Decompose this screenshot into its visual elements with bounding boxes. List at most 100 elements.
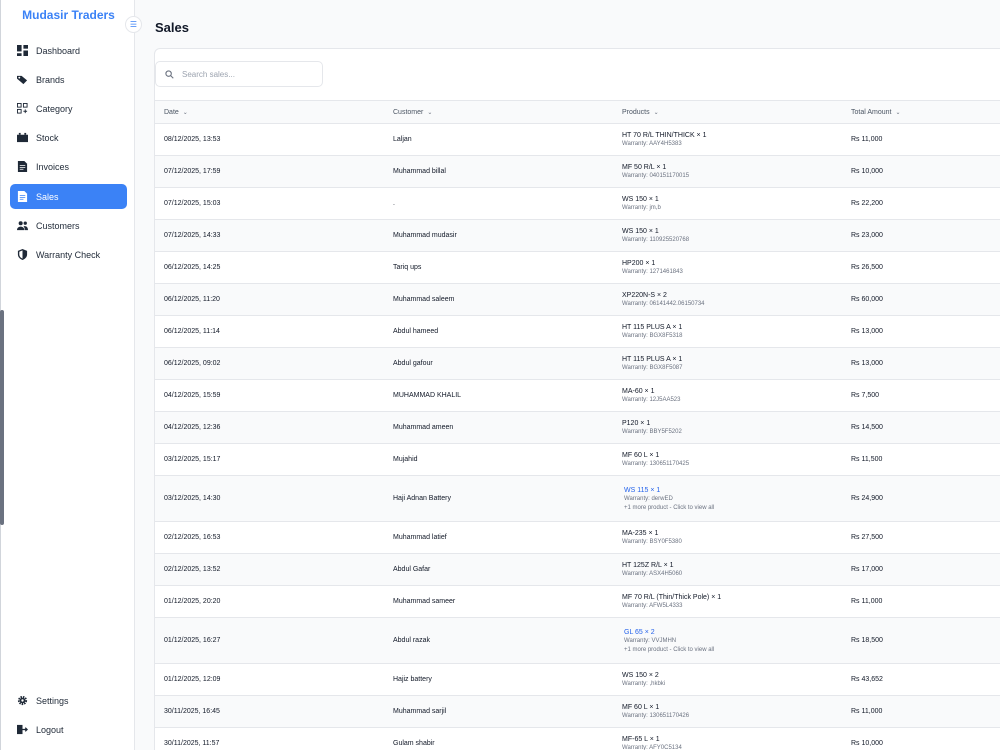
cell-products: MF 70 R/L (Thin/Thick Pole) × 1 Warranty:… <box>622 586 721 617</box>
cell-customer: Muhammad saleem <box>393 296 455 303</box>
table-row[interactable]: 01/12/2025, 12:09 Hajiz battery WS 150 × 2… <box>155 664 1000 696</box>
scrollbar-handle[interactable] <box>0 310 4 525</box>
table-row[interactable]: 03/12/2025, 14:30 Haji Adnan Battery WS 11… <box>155 476 1000 522</box>
cell-products: HP200 × 1 Warranty: 1271461843 <box>622 252 683 283</box>
product-warranty: Warranty: ASX4H5060 <box>622 571 683 577</box>
column-header-customer[interactable]: Customer ⌄ <box>393 101 432 123</box>
cell-products: MF 50 R/L × 1 Warranty: 040151170015 <box>622 156 689 187</box>
chevron-down-icon: ⌄ <box>182 109 188 116</box>
table-row[interactable]: 02/12/2025, 16:53 Muhammad latief MA-235 ×… <box>155 522 1000 554</box>
sidebar-item-customers[interactable]: Customers <box>10 213 127 238</box>
cell-customer: Tariq ups <box>393 264 422 271</box>
more-products-link[interactable]: +1 more product - Click to view all <box>622 505 714 511</box>
table-header: Date ⌄ Customer ⌄ Products ⌄ Total Amount ⌄ <box>155 100 1000 124</box>
table-row[interactable]: 07/12/2025, 15:03. WS 150 × 1 Warranty: jm… <box>155 188 1000 220</box>
cell-total-amount: Rs 10,000 <box>851 740 883 747</box>
sidebar-collapse-button[interactable]: ☰ <box>125 16 142 33</box>
gear-icon <box>17 695 28 706</box>
cell-date: 30/11/2025, 11:57 <box>164 740 220 747</box>
cell-products: HT 115 PLUS A × 1 Warranty: BGX8F5087 <box>622 348 682 379</box>
category-icon <box>17 103 28 114</box>
column-header-date[interactable]: Date ⌄ <box>164 101 188 123</box>
cell-total-amount: Rs 11,000 <box>851 598 883 605</box>
table-row[interactable]: 06/12/2025, 14:25 Tariq ups HP200 × 1 Warra… <box>155 252 1000 284</box>
column-header-label: Products <box>622 108 650 116</box>
table-row[interactable]: 01/12/2025, 20:20 Muhammad sameer MF 70 R/… <box>155 586 1000 618</box>
product-name: MA-60 × 1 <box>622 388 655 395</box>
cell-date: 06/12/2025, 14:25 <box>164 264 221 271</box>
cell-total-amount: Rs 18,500 <box>851 637 883 644</box>
cell-total-amount: Rs 60,000 <box>851 296 883 303</box>
column-header-products[interactable]: Products ⌄ <box>622 101 659 123</box>
chevron-down-icon: ⌄ <box>427 109 433 116</box>
sidebar-item-brands[interactable]: Brands <box>10 67 127 92</box>
product-name: MA-235 × 1 <box>622 530 659 537</box>
cell-customer: Muhammad mudasir <box>393 232 457 239</box>
table-row[interactable]: 30/11/2025, 16:45 Muhammad sarjil MF 60 L … <box>155 696 1000 728</box>
chevron-down-icon: ⌄ <box>653 109 659 116</box>
cell-total-amount: Rs 43,652 <box>851 676 883 683</box>
sidebar-item-warranty-check[interactable]: Warranty Check <box>10 242 127 267</box>
sidebar-item-category[interactable]: Category <box>10 96 127 121</box>
product-name: HP200 × 1 <box>622 260 656 267</box>
cell-customer: Mujahid <box>393 456 418 463</box>
cell-products: GL 65 × 2 Warranty: VVJMHN +1 more product… <box>622 618 714 663</box>
product-name[interactable]: GL 65 × 2 <box>622 629 714 636</box>
cell-products: WS 150 × 1 Warranty: 110925520768 <box>622 220 689 251</box>
sidebar-item-sales[interactable]: Sales <box>10 184 127 209</box>
cell-products: HT 70 R/L THIN/THICK × 1 Warranty: AAY4H5… <box>622 124 706 155</box>
product-warranty: Warranty: BBY5F5202 <box>622 429 682 435</box>
table-row[interactable]: 06/12/2025, 11:14 Abdul hameed HT 115 PLUS… <box>155 316 1000 348</box>
sidebar-item-label: Invoices <box>36 161 70 172</box>
table-row[interactable]: 06/12/2025, 09:02 Abdul gafour HT 115 PLUS… <box>155 348 1000 380</box>
more-products-link[interactable]: +1 more product - Click to view all <box>622 647 714 653</box>
product-warranty: Warranty: 130651170425 <box>622 461 690 467</box>
sidebar-item-settings[interactable]: Settings <box>10 688 127 713</box>
table-row[interactable]: 06/12/2025, 11:20 Muhammad saleem XP220N-S… <box>155 284 1000 316</box>
cell-total-amount: Rs 23,000 <box>851 232 883 239</box>
sidebar-item-logout[interactable]: Logout <box>10 717 127 742</box>
product-name: WS 150 × 2 <box>622 672 659 679</box>
sidebar-item-label: Settings <box>36 695 69 706</box>
cell-products: MF 60 L × 1 Warranty: 130651170426 <box>622 696 689 727</box>
cell-date: 01/12/2025, 12:09 <box>164 676 221 683</box>
cell-products: MF 60 L × 1 Warranty: 130651170425 <box>622 444 689 475</box>
cell-date: 30/11/2025, 16:45 <box>164 708 220 715</box>
cell-total-amount: Rs 11,000 <box>851 708 883 715</box>
table-row[interactable]: 30/11/2025, 11:57 Gulam shabir MF-65 L × 1… <box>155 728 1000 750</box>
table-row[interactable]: 04/12/2025, 12:36 Muhammad ameen P120 × 1 W… <box>155 412 1000 444</box>
sidebar-item-label: Customers <box>36 220 80 231</box>
product-warranty: Warranty: AFW5L4333 <box>622 603 683 609</box>
cell-date: 06/12/2025, 09:02 <box>164 360 221 367</box>
cell-products: MF-65 L × 1 Warranty: AFY0C5134 <box>622 728 682 750</box>
table-row[interactable]: 03/12/2025, 15:17 Mujahid MF 60 L × 1 Warra… <box>155 444 1000 476</box>
cell-customer: Gulam shabir <box>393 740 435 747</box>
product-name: HT 125Z R/L × 1 <box>622 562 674 569</box>
brand-title: Mudasir Traders <box>22 8 115 22</box>
table-row[interactable]: 02/12/2025, 13:52 Abdul Gafar HT 125Z R/L … <box>155 554 1000 586</box>
product-warranty: Warranty: AFY0C5134 <box>622 745 682 750</box>
cell-customer: Muhammad ameen <box>393 424 454 431</box>
cell-date: 01/12/2025, 16:27 <box>164 637 221 644</box>
sidebar-item-stock[interactable]: Stock <box>10 125 127 150</box>
table-row[interactable]: 08/12/2025, 13:53 Laljan HT 70 R/L THIN/TH… <box>155 124 1000 156</box>
column-header-total-amount[interactable]: Total Amount ⌄ <box>851 101 901 123</box>
search-input[interactable] <box>182 69 312 79</box>
table-row[interactable]: 07/12/2025, 17:59 Muhammad billal MF 50 R/… <box>155 156 1000 188</box>
invoice-icon <box>17 161 28 172</box>
cell-date: 06/12/2025, 11:14 <box>164 328 220 335</box>
product-name: P120 × 1 <box>622 420 651 427</box>
table-row[interactable]: 04/12/2025, 15:59 MUHAMMAD KHALIL MA-60 × … <box>155 380 1000 412</box>
product-name: MF 60 L × 1 <box>622 452 660 459</box>
cell-total-amount: Rs 17,000 <box>851 566 883 573</box>
cell-customer: MUHAMMAD KHALIL <box>393 392 462 399</box>
product-name[interactable]: WS 115 × 1 <box>622 487 714 494</box>
table-row[interactable]: 07/12/2025, 14:33 Muhammad mudasir WS 150 … <box>155 220 1000 252</box>
cell-date: 02/12/2025, 16:53 <box>164 534 221 541</box>
sidebar-item-invoices[interactable]: Invoices <box>10 154 127 179</box>
sidebar-item-dashboard[interactable]: Dashboard <box>10 38 127 63</box>
sidebar-item-label: Dashboard <box>36 45 81 56</box>
cell-total-amount: Rs 24,900 <box>851 495 883 502</box>
search-box[interactable] <box>155 61 323 87</box>
table-row[interactable]: 01/12/2025, 16:27 Abdul razak GL 65 × 2 War… <box>155 618 1000 664</box>
